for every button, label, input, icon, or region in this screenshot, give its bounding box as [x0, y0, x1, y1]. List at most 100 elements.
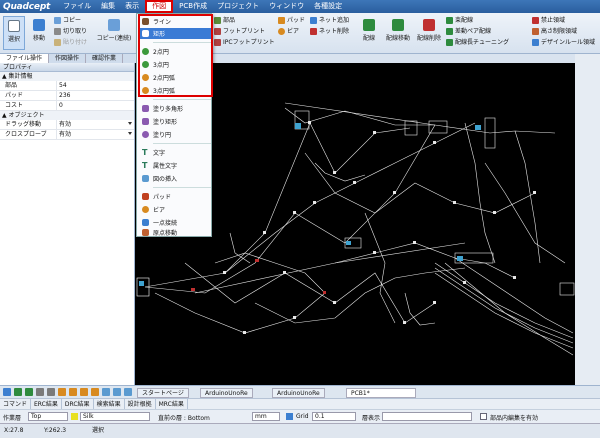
arrow-right-icon[interactable]	[25, 388, 33, 396]
route-button[interactable]: 配線	[360, 19, 378, 42]
refresh-icon[interactable]	[102, 388, 110, 396]
menu-draw[interactable]: 作図	[145, 0, 174, 13]
via-button[interactable]: ビア	[278, 27, 299, 36]
menu-item-filled-circle[interactable]: 塗り円	[139, 129, 211, 140]
menu-item-rectangle[interactable]: 矩形	[139, 28, 211, 39]
property-key: クロスプローブ	[0, 130, 57, 139]
previous-layer-label: 直前の層 : Bottom	[158, 415, 210, 422]
tab-file-ops[interactable]: ファイル操作	[0, 54, 50, 63]
grid-checkbox[interactable]	[286, 413, 293, 420]
layer-display-label: 層表示	[362, 415, 381, 422]
part-edit-checkbox[interactable]	[480, 413, 487, 420]
part-button[interactable]: 部品	[214, 16, 235, 25]
menu-view[interactable]: 表示	[120, 0, 144, 13]
tab-arduino-2[interactable]: ArduinoUnoRe	[272, 388, 325, 398]
menu-item-single-point[interactable]: 一点接続	[139, 217, 211, 228]
copy-button[interactable]: コピー	[54, 16, 81, 25]
menu-pcb[interactable]: PCB作成	[174, 0, 212, 13]
menu-item-label: 図の挿入	[153, 176, 178, 183]
menu-item-text[interactable]: T 文字	[139, 147, 211, 158]
tab-command[interactable]: コマンド	[0, 399, 32, 409]
menu-item-via[interactable]: ビア	[139, 204, 211, 215]
tab-draw-ops[interactable]: 作図操作	[49, 54, 87, 63]
property-row: パッド 236	[0, 91, 134, 101]
summary-section[interactable]: ▲ 集計情報	[0, 72, 134, 81]
zoom-area-icon[interactable]	[91, 388, 99, 396]
layer-display-select[interactable]	[382, 412, 472, 421]
bulk-route-button[interactable]: 束配線	[446, 16, 473, 25]
menu-item-3pt-circle[interactable]: 3点円	[139, 59, 211, 70]
part-label: 部品	[223, 17, 236, 24]
silk-layer-select[interactable]: Silk	[80, 412, 150, 421]
move-button[interactable]: 移動	[28, 19, 50, 42]
menu-item-filled-polygon[interactable]: 塗り多角形	[139, 103, 211, 114]
net-add-button[interactable]: ネット追加	[310, 16, 349, 25]
net-delete-button[interactable]: ネット削除	[310, 27, 349, 36]
save-icon[interactable]	[36, 388, 44, 396]
keepout-button[interactable]: 禁止領域	[532, 16, 565, 25]
arrow-left-icon[interactable]	[14, 388, 22, 396]
footprint-button[interactable]: フットプリント	[214, 27, 265, 36]
copy-label: コピー	[63, 17, 82, 24]
cut-button[interactable]: 切り取り	[54, 27, 87, 36]
menu-item-2pt-circle[interactable]: 2点円	[139, 46, 211, 57]
menu-item-3pt-arc[interactable]: 3点円弧	[139, 85, 211, 96]
document-tab-bar: スタートページ ArduinoUnoRe ArduinoUnoRe PCB1*	[0, 385, 600, 398]
object-section[interactable]: ▲ オブジェクト	[0, 111, 134, 120]
ipc-footprint-button[interactable]: IPCフットプリント	[214, 38, 275, 47]
print-icon[interactable]	[47, 388, 55, 396]
tab-erc[interactable]: ERC結果	[31, 399, 62, 409]
object-section-label: オブジェクト	[8, 112, 45, 119]
summary-section-label: 集計情報	[8, 73, 33, 80]
copy-continuous-button[interactable]: コピー(連続)	[94, 19, 134, 42]
layout-icon[interactable]	[3, 388, 11, 396]
tab-check[interactable]: 確認作業	[86, 54, 124, 63]
drag-move-select[interactable]: 有効	[57, 120, 134, 129]
menu-project[interactable]: プロジェクト	[212, 0, 264, 13]
select-button[interactable]: 選択	[3, 16, 25, 50]
menu-item-2pt-arc[interactable]: 2点円弧	[139, 72, 211, 83]
tab-drc[interactable]: DRC結果	[62, 399, 94, 409]
design-rule-label: デザインルール領域	[541, 39, 596, 46]
route-move-button[interactable]: 配線移動	[384, 19, 412, 42]
menu-item-filled-rect[interactable]: 塗り矩形	[139, 116, 211, 127]
tab-start-page[interactable]: スタートページ	[137, 388, 189, 398]
menu-item-pad[interactable]: パッド	[139, 191, 211, 202]
menu-edit[interactable]: 編集	[96, 0, 120, 13]
menu-window[interactable]: ウィンドウ	[264, 0, 309, 13]
route-delete-button[interactable]: 配線削除	[415, 19, 443, 42]
layers-icon[interactable]	[124, 388, 132, 396]
diff-pair-button[interactable]: 差動ペア配線	[446, 27, 491, 36]
tab-design-basis[interactable]: 設計根拠	[125, 399, 156, 409]
keepout-icon	[532, 17, 539, 24]
tab-pcb1[interactable]: PCB1*	[346, 388, 416, 398]
tab-arduino-1[interactable]: ArduinoUnoRe	[200, 388, 253, 398]
height-limit-button[interactable]: 高さ制限領域	[532, 27, 577, 36]
length-tuning-button[interactable]: 配線長チューニング	[446, 38, 509, 47]
zoom-out-icon[interactable]	[69, 388, 77, 396]
menu-item-line[interactable]: ライン	[139, 16, 211, 27]
menu-settings[interactable]: 各種設定	[309, 0, 347, 13]
work-layer-select[interactable]: Top	[28, 412, 68, 421]
bulk-route-label: 束配線	[455, 17, 474, 24]
menu-item-attr-text[interactable]: T 属性文字	[139, 160, 211, 171]
grid-value-select[interactable]: 0.1	[312, 412, 356, 421]
unit-select[interactable]: mm	[252, 412, 280, 421]
arc-icon	[142, 74, 149, 81]
zoom-fit-icon[interactable]	[80, 388, 88, 396]
cross-probe-select[interactable]: 有効	[57, 130, 134, 139]
menu-file[interactable]: ファイル	[58, 0, 96, 13]
grid-icon[interactable]	[113, 388, 121, 396]
paste-button[interactable]: 貼り付け	[54, 38, 87, 47]
pad-button[interactable]: パッド	[278, 16, 305, 25]
net-delete-label: ネット削除	[319, 28, 350, 35]
design-rule-button[interactable]: デザインルール領域	[532, 38, 595, 47]
tab-search[interactable]: 検索結果	[94, 399, 125, 409]
output-tab-bar: コマンド ERC結果 DRC結果 検索結果 設計根拠 MRC結果	[0, 398, 600, 409]
menu-item-move-origin[interactable]: 原点移動	[139, 228, 211, 237]
tab-mrc[interactable]: MRC結果	[156, 399, 188, 409]
polygon-icon	[142, 105, 149, 112]
route-delete-icon	[423, 19, 435, 31]
menu-item-insert-image[interactable]: 図の挿入	[139, 173, 211, 184]
zoom-in-icon[interactable]	[58, 388, 66, 396]
